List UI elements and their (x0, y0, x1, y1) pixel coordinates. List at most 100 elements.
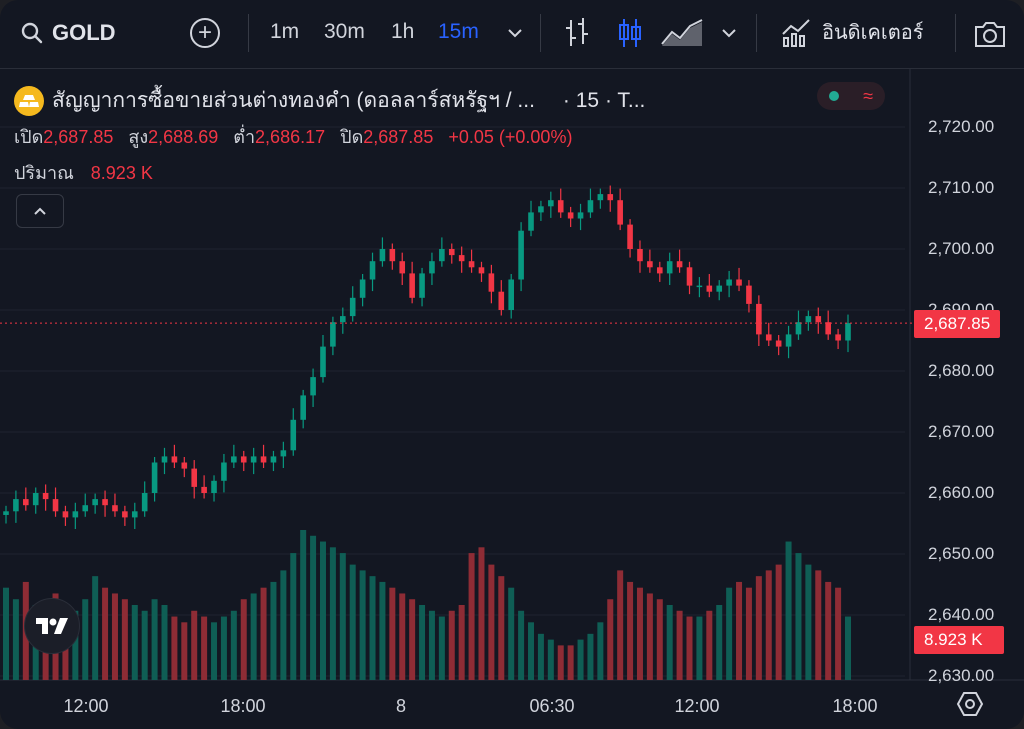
open-value: 2,687.85 (43, 127, 114, 147)
price-tick-label: 2,710.00 (928, 178, 995, 197)
volume-bar (369, 576, 376, 680)
candle-body (23, 499, 29, 506)
volume-bar (260, 587, 267, 680)
candle-body (716, 285, 723, 292)
volume-bar (250, 593, 257, 680)
interval-exchange: · 15 · T... (562, 88, 646, 112)
collapse-legend-button[interactable] (16, 194, 64, 228)
candle-body (775, 340, 782, 347)
volume-bar (211, 622, 218, 680)
candle-body (835, 334, 841, 341)
candle-body (736, 279, 742, 286)
candle-body (706, 285, 713, 292)
volume-bar (102, 587, 109, 680)
tradingview-logo-icon[interactable] (24, 598, 80, 654)
volume-bar (201, 616, 208, 680)
volume-bar (359, 570, 366, 680)
volume-bar (349, 564, 356, 680)
candle-body (478, 267, 485, 274)
candle-body (419, 273, 425, 298)
candle-body (3, 511, 9, 515)
symbol-legend[interactable]: สัญญาการซื้อขายส่วนต่างทองคำ (ดอลลาร์สหร… (14, 84, 645, 117)
volume-bar (230, 610, 237, 680)
settings-icon[interactable] (956, 690, 984, 718)
candle-body (825, 322, 831, 335)
candle-body (795, 322, 802, 335)
candle-body (666, 261, 673, 274)
volume-bar (577, 639, 584, 680)
time-tick-label: 12:00 (674, 696, 720, 716)
candle-body (429, 261, 435, 274)
candle-body (577, 212, 584, 219)
volume-bar (597, 622, 604, 680)
volume-bar (587, 633, 594, 680)
candle-body (191, 468, 198, 487)
market-status[interactable]: ≈ (817, 82, 885, 110)
volume-bar (765, 570, 772, 680)
candle-body (637, 249, 643, 262)
volume-bar (300, 530, 307, 680)
volume-bar (270, 581, 277, 680)
close-label: ปิด (340, 127, 364, 147)
candle-body (607, 194, 614, 201)
volume-label: ปริมาณ (14, 163, 74, 183)
candle-body (151, 462, 158, 493)
live-dot-icon (829, 91, 840, 101)
candle-body (131, 511, 138, 518)
candle-body (756, 303, 762, 335)
price-tick-label: 2,720.00 (928, 117, 995, 136)
candle-body (42, 493, 49, 500)
price-tick-label: 2,670.00 (928, 422, 995, 441)
candle-body (32, 493, 39, 506)
volume-bar (696, 616, 703, 680)
volume-bar (528, 622, 535, 680)
candle-body (250, 456, 257, 463)
price-tick-label: 2,630.00 (928, 666, 995, 685)
volume-bar (518, 610, 525, 680)
candle-body (647, 261, 653, 268)
candle-body (201, 486, 207, 493)
volume-bar (775, 564, 782, 680)
volume-bar (498, 576, 505, 680)
volume-bar (547, 639, 554, 680)
volume-bar (686, 616, 693, 680)
volume-bar (428, 610, 435, 680)
candle-body (161, 456, 168, 463)
high-label: สูง (128, 127, 149, 147)
volume-bar (468, 553, 475, 680)
volume-tag: 8.923 K (914, 626, 1004, 654)
candle-body (686, 267, 693, 286)
candle-body (528, 212, 534, 231)
time-tick-label: 18:00 (832, 696, 878, 716)
time-tick-label: 18:00 (220, 696, 266, 716)
wave-icon: ≈ (863, 85, 873, 106)
candle-body (805, 316, 812, 323)
volume-bar (12, 599, 19, 680)
volume-bar (607, 599, 614, 680)
candle-body (726, 279, 732, 286)
volume-bar (310, 535, 317, 680)
candle-body (379, 249, 386, 262)
time-tick-label: 8 (395, 696, 407, 716)
volume-bar (121, 599, 128, 680)
candle-body (518, 230, 524, 280)
volume-bar (706, 610, 713, 680)
candle-body (656, 267, 663, 274)
candle-body (448, 249, 455, 256)
candle-body (746, 285, 752, 304)
candle-body (290, 419, 297, 451)
candle-body (231, 456, 237, 463)
candle-body (300, 395, 306, 420)
candle-body (349, 297, 356, 317)
candle-body (557, 200, 564, 213)
candle-body (567, 212, 574, 219)
volume-bar (795, 553, 802, 680)
candle-body (845, 323, 851, 341)
low-value: 2,686.17 (255, 127, 326, 147)
candle-body (92, 499, 98, 506)
candle-body (785, 334, 792, 347)
volume-bar (290, 553, 297, 680)
candle-body (330, 322, 336, 347)
volume-bar (171, 616, 178, 680)
candle-body (62, 511, 69, 518)
